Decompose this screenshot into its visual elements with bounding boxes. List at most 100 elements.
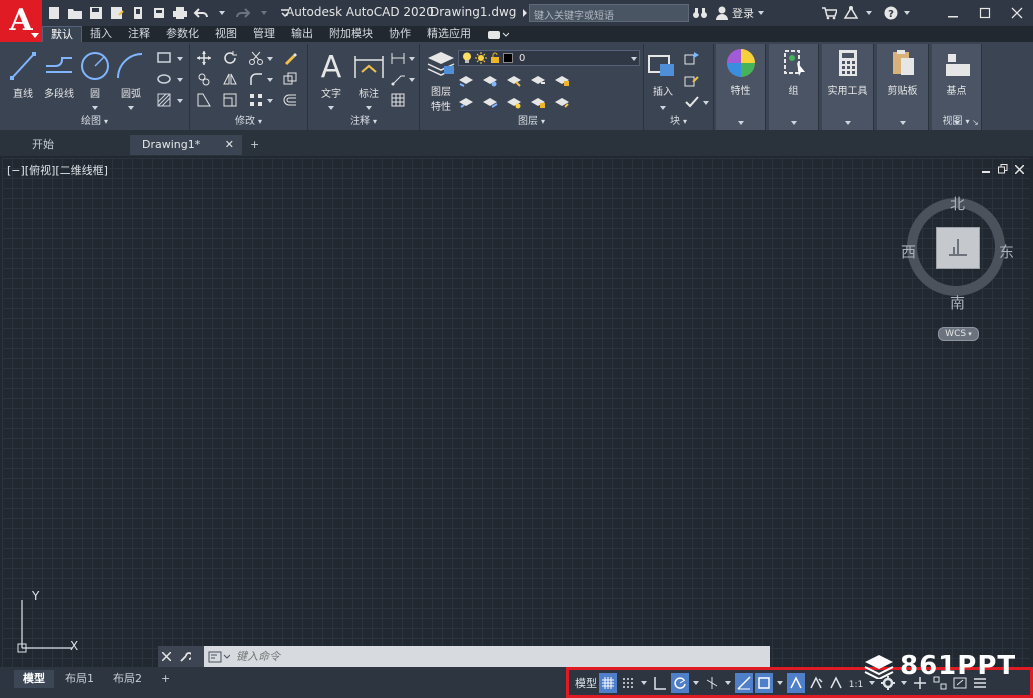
command-customize-wrench-icon[interactable] bbox=[179, 651, 191, 663]
fillet-dropdown-icon[interactable] bbox=[267, 78, 273, 82]
tab-output[interactable]: 输出 bbox=[283, 26, 321, 42]
drawing-canvas[interactable]: [−][俯视][二维线框] 北 南 西 东 WCS ▾ Y X bbox=[2, 158, 1030, 667]
object-snap-icon[interactable] bbox=[755, 672, 773, 693]
tab-model[interactable]: 模型 bbox=[14, 670, 54, 688]
ribbon-toggle-icon[interactable] bbox=[487, 28, 511, 42]
search-input[interactable]: 键入关键字或短语 bbox=[529, 4, 689, 22]
linear-dim-icon[interactable] bbox=[390, 50, 406, 66]
sign-in[interactable]: 登录 bbox=[716, 5, 764, 21]
compass-east[interactable]: 东 bbox=[999, 241, 1014, 262]
minimize-icon[interactable] bbox=[937, 0, 969, 26]
layer-tool-8-icon[interactable] bbox=[506, 94, 522, 110]
tab-drawing1[interactable]: Drawing1* ✕ bbox=[130, 135, 242, 155]
ellipse-icon[interactable] bbox=[156, 71, 172, 87]
tab-manage[interactable]: 管理 bbox=[245, 26, 283, 42]
layer-dropdown[interactable]: 0 bbox=[458, 50, 640, 66]
tab-layout2[interactable]: 布局2 bbox=[104, 670, 151, 688]
edit-attributes-icon[interactable] bbox=[684, 94, 700, 110]
open-web-icon[interactable] bbox=[130, 5, 146, 21]
tab-start[interactable]: 开始 bbox=[20, 135, 66, 155]
panel-layers-title[interactable]: 图层 ▾ bbox=[420, 115, 643, 128]
utilities-expand-icon[interactable] bbox=[822, 116, 873, 130]
erase-icon[interactable] bbox=[282, 50, 298, 66]
print-icon[interactable] bbox=[172, 5, 188, 21]
insert-block-button[interactable]: 插入 bbox=[646, 50, 680, 110]
new-layout-button[interactable]: + bbox=[152, 670, 179, 688]
mirror-icon[interactable] bbox=[222, 71, 238, 87]
tab-insert[interactable]: 插入 bbox=[82, 26, 120, 42]
recent-commands-icon[interactable] bbox=[208, 651, 230, 663]
ellipse-dropdown-icon[interactable] bbox=[177, 78, 183, 82]
grid-icon[interactable] bbox=[599, 672, 617, 693]
save-as-icon[interactable] bbox=[109, 5, 125, 21]
tab-layout1[interactable]: 布局1 bbox=[56, 670, 103, 688]
save-icon[interactable] bbox=[88, 5, 104, 21]
panel-block-title[interactable]: 块 ▾ bbox=[644, 115, 713, 128]
edit-attributes-dropdown-icon[interactable] bbox=[703, 101, 709, 105]
array-dropdown-icon[interactable] bbox=[267, 99, 273, 103]
tab-annotate[interactable]: 注释 bbox=[120, 26, 158, 42]
annotation-scale-icon[interactable] bbox=[827, 673, 845, 693]
layer-tool-7-icon[interactable] bbox=[482, 94, 498, 110]
viewport-minimize-icon[interactable] bbox=[982, 165, 991, 174]
redo-dropdown-icon[interactable] bbox=[256, 5, 272, 21]
annotation-visibility-icon[interactable] bbox=[787, 672, 805, 693]
polar-dropdown-icon[interactable] bbox=[693, 680, 699, 685]
arc-button[interactable]: 圆弧 bbox=[114, 50, 148, 110]
scale-ratio-icon[interactable]: 1:1 bbox=[847, 673, 865, 693]
copy-icon[interactable] bbox=[196, 71, 212, 87]
offset-icon[interactable] bbox=[282, 92, 298, 108]
ortho-icon[interactable] bbox=[651, 673, 669, 693]
layer-tool-3-icon[interactable] bbox=[506, 72, 522, 88]
layer-tool-4-icon[interactable] bbox=[530, 72, 546, 88]
line-button[interactable]: 直线 bbox=[6, 50, 40, 100]
compass-north[interactable]: 北 bbox=[950, 193, 965, 214]
viewcube-top-face[interactable] bbox=[936, 227, 980, 269]
polar-tracking-icon[interactable] bbox=[671, 672, 689, 693]
move-icon[interactable] bbox=[196, 50, 212, 66]
tab-home[interactable]: 默认 bbox=[42, 26, 82, 42]
tab-addins[interactable]: 附加模块 bbox=[321, 26, 381, 42]
hatch-icon[interactable] bbox=[156, 92, 172, 108]
save-web-icon[interactable] bbox=[151, 5, 167, 21]
fillet-icon[interactable] bbox=[248, 71, 264, 87]
undo-dropdown-icon[interactable] bbox=[214, 5, 230, 21]
panel-clipboard[interactable]: 剪贴板 bbox=[877, 44, 929, 130]
compass-west[interactable]: 西 bbox=[901, 241, 916, 262]
viewport-close-icon[interactable] bbox=[1015, 164, 1024, 174]
layer-tool-2-icon[interactable] bbox=[482, 72, 498, 88]
panel-properties[interactable]: 特性 bbox=[716, 44, 766, 130]
tab-collaborate[interactable]: 协作 bbox=[381, 26, 419, 42]
layer-tool-1-icon[interactable] bbox=[458, 72, 474, 88]
close-icon[interactable] bbox=[1001, 0, 1033, 26]
layer-tool-10-icon[interactable] bbox=[554, 94, 570, 110]
panel-groups[interactable]: 组 bbox=[769, 44, 819, 130]
snap-dropdown-icon[interactable] bbox=[641, 680, 647, 685]
snap-mode-icon[interactable] bbox=[619, 673, 637, 693]
leader-icon[interactable] bbox=[390, 71, 406, 87]
redo-icon[interactable] bbox=[235, 5, 251, 21]
groups-expand-icon[interactable] bbox=[769, 116, 818, 130]
maximize-icon[interactable] bbox=[969, 0, 1001, 26]
binoculars-icon[interactable] bbox=[692, 5, 708, 21]
tab-close-icon[interactable]: ✕ bbox=[225, 135, 234, 155]
connect-icon[interactable] bbox=[842, 5, 860, 21]
new-tab-button[interactable]: + bbox=[246, 135, 263, 155]
wcs-menu[interactable]: WCS ▾ bbox=[938, 327, 979, 341]
auto-scale-icon[interactable] bbox=[807, 673, 825, 693]
array-icon[interactable] bbox=[248, 92, 264, 108]
text-button[interactable]: A 文字 bbox=[314, 48, 348, 110]
viewport-controls-label[interactable]: [−][俯视][二维线框] bbox=[7, 162, 108, 178]
cart-icon[interactable] bbox=[820, 5, 838, 21]
layer-tool-5-icon[interactable] bbox=[554, 72, 570, 88]
tab-featured-apps[interactable]: 精选应用 bbox=[419, 26, 479, 42]
isometric-icon[interactable] bbox=[703, 673, 721, 693]
dimension-button[interactable]: 标注 bbox=[352, 48, 386, 110]
object-snap-tracking-icon[interactable] bbox=[735, 672, 753, 693]
layer-properties-button[interactable]: 图层 特性 bbox=[424, 48, 458, 113]
isometric-dropdown-icon[interactable] bbox=[725, 680, 731, 685]
scale-dropdown-icon[interactable] bbox=[869, 680, 875, 685]
hatch-dropdown-icon[interactable] bbox=[177, 99, 183, 103]
layer-tool-9-icon[interactable] bbox=[530, 94, 546, 110]
circle-button[interactable]: 圆 bbox=[78, 50, 112, 110]
